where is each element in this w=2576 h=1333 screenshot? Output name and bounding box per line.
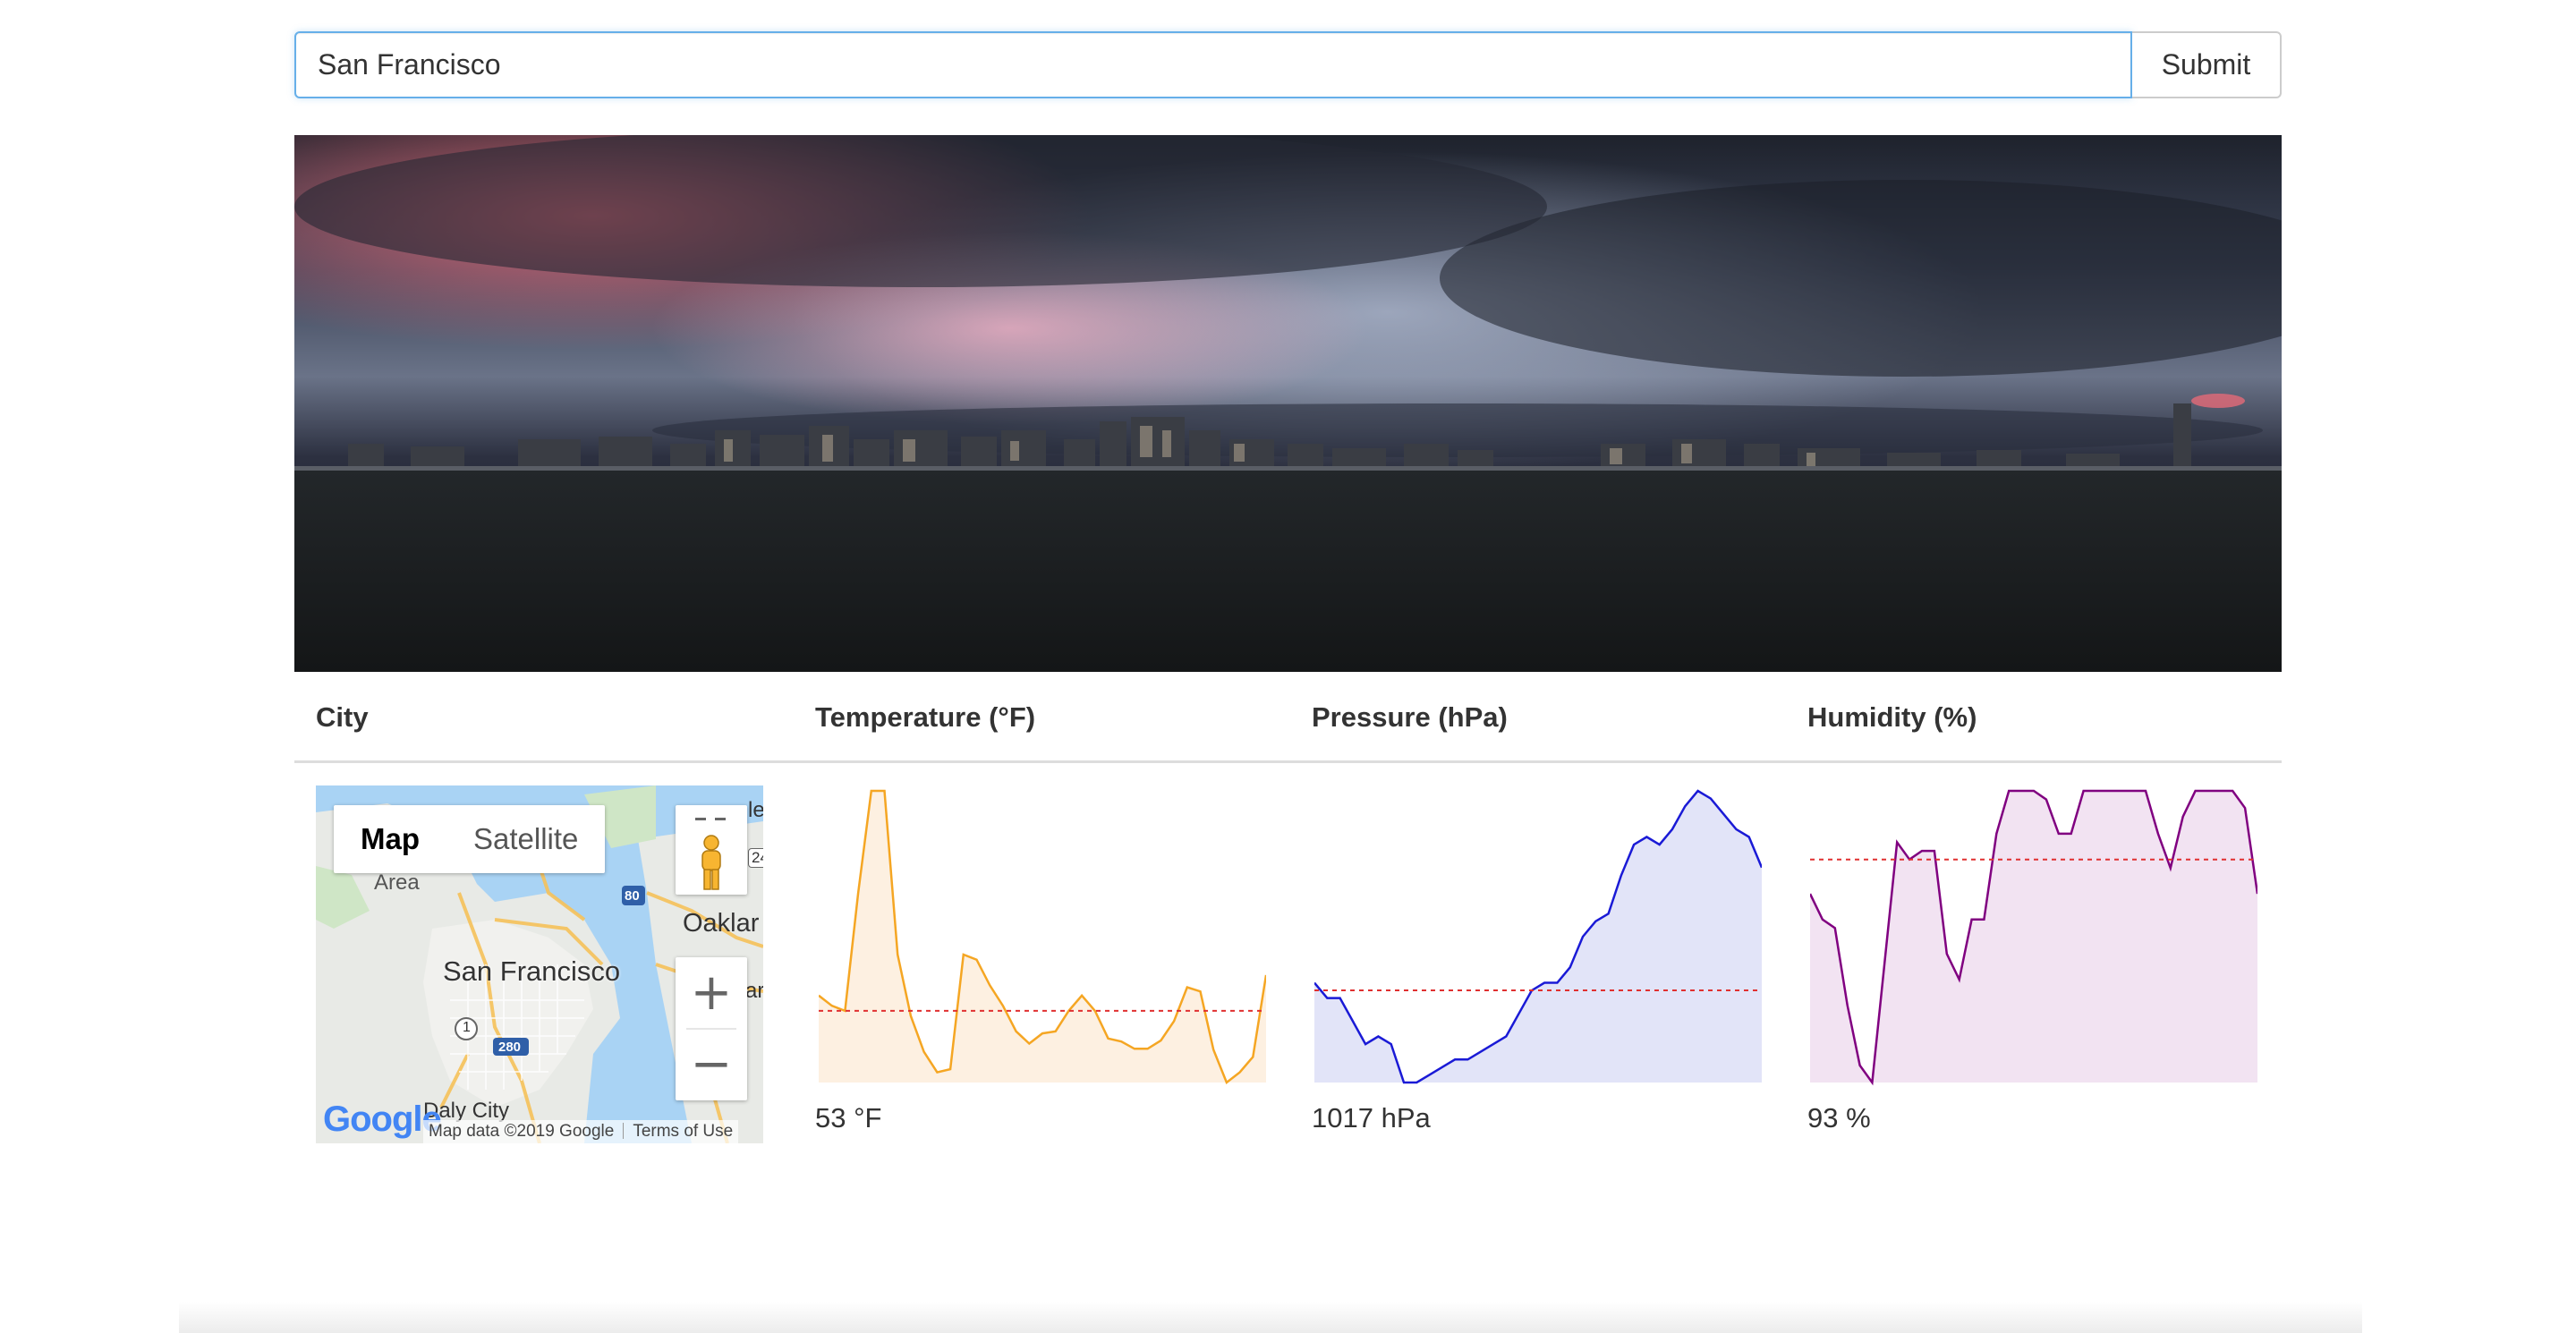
- zoom-in-button[interactable]: +: [676, 957, 747, 1029]
- route-1-shield: 1: [463, 1020, 471, 1035]
- main-container: Submit: [294, 0, 2282, 1333]
- map-label-edge-mid: ar: [745, 979, 763, 1003]
- map-label-city: San Francisco: [443, 955, 621, 987]
- route-280-shield: 280: [498, 1040, 522, 1055]
- pressure-chart: [1314, 785, 1762, 1090]
- chart-area-fill: [819, 791, 1266, 1083]
- zoom-out-button[interactable]: −: [676, 1029, 747, 1100]
- weather-table-header: City Temperature (°F) Pressure (hPa) Hum…: [294, 689, 2282, 763]
- pegman-icon: [695, 818, 726, 890]
- map-label-edge-top: le: [748, 798, 763, 822]
- terms-of-use-link[interactable]: Terms of Use: [633, 1122, 733, 1141]
- street-view-control[interactable]: [676, 805, 747, 895]
- column-header-city: City: [316, 701, 369, 733]
- humidity-sparkline: [1810, 789, 2257, 1086]
- search-form: Submit: [294, 31, 2282, 98]
- column-header-pressure: Pressure (hPa): [1312, 701, 1508, 733]
- map-type-map-button[interactable]: Map: [334, 805, 446, 873]
- city-hero-image: [294, 135, 2282, 672]
- pressure-value: 1017 hPa: [1312, 1102, 1431, 1133]
- zoom-control: + −: [676, 957, 747, 1100]
- column-header-temperature: Temperature (°F): [815, 701, 1036, 733]
- temperature-sparkline: [819, 789, 1266, 1085]
- map-label-area: Area: [374, 870, 420, 895]
- temperature-value: 53 °F: [815, 1102, 882, 1133]
- map-label-oakland: Oaklar: [683, 909, 760, 938]
- submit-button[interactable]: Submit: [2132, 31, 2282, 98]
- temperature-chart: [819, 785, 1266, 1090]
- bottom-shadow: [179, 1302, 2362, 1333]
- map-type-satellite-button[interactable]: Satellite: [446, 805, 605, 873]
- map-attribution: Map data ©2019 Google: [429, 1122, 615, 1141]
- column-header-humidity: Humidity (%): [1807, 701, 1977, 733]
- city-map[interactable]: Area San Francisco Oaklar Daly City le a…: [316, 785, 763, 1143]
- city-search-input[interactable]: [294, 31, 2132, 98]
- pressure-sparkline: [1314, 789, 1762, 1084]
- humidity-value: 93 %: [1807, 1102, 1871, 1133]
- map-type-control: Map Satellite: [334, 805, 606, 873]
- map-attribution-bar: Map data ©2019 Google Terms of Use: [423, 1120, 739, 1143]
- route-24-shield: 24: [748, 848, 763, 868]
- route-80-shield: 80: [625, 888, 640, 904]
- humidity-chart: [1810, 785, 2257, 1090]
